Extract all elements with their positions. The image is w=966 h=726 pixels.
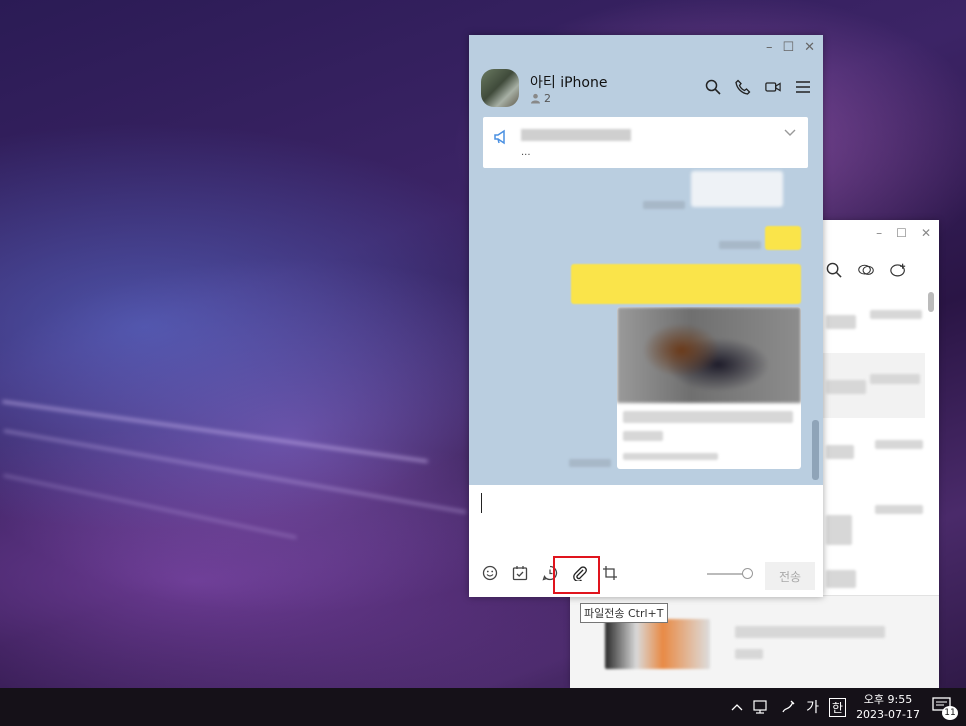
open-chat-icon[interactable] [858,262,874,278]
list-scrollbar[interactable] [928,292,934,312]
list-item[interactable] [870,374,920,384]
notification-badge: 11 [942,706,958,720]
member-count-value: 2 [544,92,551,105]
list-item[interactable] [826,380,866,394]
list-toolbar [826,262,906,278]
list-item[interactable] [826,515,852,545]
chat-title: 아티 iPhone [530,75,608,91]
tooltip: 파일전송 Ctrl+T [580,603,668,623]
annotation-highlight-box [553,556,600,594]
ime-mode[interactable]: 가 [806,697,819,717]
phone-icon[interactable] [735,79,751,95]
list-window-controls: – ☐ ✕ [876,226,931,240]
transparency-slider-track[interactable] [707,573,747,575]
notice-text [521,129,631,141]
message-bubble[interactable] [571,264,801,304]
chat-scrollbar[interactable] [812,420,819,480]
clock-time: 오후 9:55 [863,693,913,706]
chat-window: – ☐ ✕ 아티 iPhone 2 ... 전송 [469,35,823,597]
preview-thumbnail [605,619,710,669]
chat-toolbar [705,79,811,95]
system-tray: 가 한 오후 9:55 2023-07-17 11 [730,688,966,726]
list-item[interactable] [826,445,854,459]
shared-link-card[interactable] [617,307,801,469]
link-desc [623,431,663,441]
pen-icon[interactable] [780,699,796,715]
new-chat-icon[interactable] [890,262,906,278]
maximize-button[interactable]: ☐ [782,40,794,55]
search-icon[interactable] [705,79,721,95]
chevron-up-icon[interactable] [730,702,744,712]
notice-banner[interactable]: ... [483,117,808,168]
minimize-button[interactable]: – [766,40,773,55]
minimize-button[interactable]: – [876,226,882,240]
message-time [719,241,761,249]
search-icon[interactable] [826,262,842,278]
list-item[interactable] [826,315,856,329]
crop-icon[interactable] [602,565,618,581]
notification-center[interactable]: 11 [930,694,958,720]
message-input-area[interactable]: 전송 [469,485,823,597]
link-title [623,411,793,423]
clock-date: 2023-07-17 [856,708,920,721]
maximize-button[interactable]: ☐ [896,226,907,240]
message-time [643,201,685,209]
notice-ellipsis: ... [521,147,531,158]
preview-text [735,649,763,659]
list-item[interactable] [875,440,923,449]
calendar-icon[interactable] [512,565,528,581]
message-bubble[interactable] [765,226,801,250]
avatar[interactable] [481,69,519,107]
send-button[interactable]: 전송 [765,562,815,590]
wallpaper-streak [2,473,298,540]
emoji-icon[interactable] [482,565,498,581]
network-icon[interactable] [752,699,770,715]
close-button[interactable]: ✕ [921,226,931,240]
link-url [623,453,718,460]
megaphone-icon [494,129,505,145]
wallpaper-streak [3,429,467,514]
clock[interactable]: 오후 9:55 2023-07-17 [856,692,920,722]
text-cursor [481,493,482,513]
preview-text [735,626,885,638]
menu-icon[interactable] [795,79,811,95]
taskbar: 가 한 오후 9:55 2023-07-17 11 [0,688,966,726]
wallpaper-streak [1,400,429,463]
video-icon[interactable] [765,79,781,95]
list-item[interactable] [870,310,922,319]
member-count[interactable]: 2 [530,92,551,105]
close-button[interactable]: ✕ [804,40,815,55]
chat-window-controls: – ☐ ✕ [766,40,815,55]
link-thumbnail [617,307,801,403]
message-bubble[interactable] [691,171,783,207]
list-item[interactable] [826,570,856,588]
transparency-slider-knob[interactable] [742,568,753,579]
person-icon [531,93,540,104]
list-item[interactable] [875,505,923,514]
ime-language[interactable]: 한 [829,697,847,717]
message-time [569,459,611,467]
chevron-down-icon[interactable] [784,129,796,137]
